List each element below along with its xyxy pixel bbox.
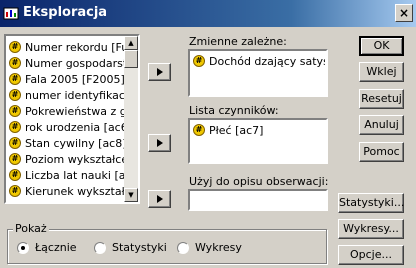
options-button[interactable]: Opcje... bbox=[338, 245, 404, 265]
move-to-label-cases-button[interactable] bbox=[148, 190, 171, 208]
close-icon: × bbox=[398, 6, 410, 20]
radio-both[interactable] bbox=[17, 242, 29, 254]
title-bar: Eksploracja × bbox=[0, 0, 416, 27]
radio-plots[interactable] bbox=[177, 242, 189, 254]
list-item[interactable]: # Fala 2005 [F2005] bbox=[9, 71, 124, 87]
radio-statistics-label[interactable]: Statystyki bbox=[112, 241, 167, 254]
scale-variable-icon: # bbox=[193, 55, 205, 67]
move-to-dependent-button[interactable] bbox=[148, 63, 171, 81]
scale-variable-icon: # bbox=[9, 57, 21, 69]
close-button[interactable]: × bbox=[395, 4, 413, 22]
help-button[interactable]: Pomoc bbox=[359, 142, 404, 162]
list-item[interactable]: # Numer rekordu [Ful bbox=[9, 39, 124, 55]
list-item[interactable]: # Liczba lat nauki [ac bbox=[9, 167, 124, 183]
cancel-button[interactable]: Anuluj bbox=[359, 115, 404, 135]
scale-variable-icon: # bbox=[9, 73, 21, 85]
dependent-list[interactable]: #Dochód dzający satysfa bbox=[188, 49, 328, 97]
list-item[interactable]: # Poziom wykształce bbox=[9, 151, 124, 167]
scale-variable-icon: # bbox=[9, 185, 21, 197]
scale-variable-icon: # bbox=[9, 41, 21, 53]
scale-variable-icon: # bbox=[9, 89, 21, 101]
list-item[interactable]: # Płeć [ac7] bbox=[193, 122, 325, 138]
radio-statistics[interactable] bbox=[94, 242, 106, 254]
list-item[interactable]: # numer identyfikacy bbox=[9, 87, 124, 103]
scale-variable-icon: # bbox=[9, 169, 21, 181]
factor-list-label: Lista czynników: bbox=[189, 104, 279, 117]
ok-button[interactable]: OK bbox=[359, 36, 404, 56]
list-item[interactable]: #Dochód dzający satysfa bbox=[193, 53, 325, 69]
scroll-down-button[interactable]: ▼ bbox=[124, 188, 138, 202]
scale-variable-icon: # bbox=[193, 124, 205, 136]
app-icon bbox=[3, 7, 19, 20]
display-group-label: Pokaż bbox=[13, 222, 49, 235]
list-item[interactable]: # Kierunek wykształc bbox=[9, 183, 124, 199]
right-arrow-icon bbox=[156, 139, 163, 147]
list-item[interactable]: # Stan cywilny [ac8] bbox=[9, 135, 124, 151]
scale-variable-icon: # bbox=[9, 121, 21, 133]
scale-variable-icon: # bbox=[9, 137, 21, 149]
vertical-scrollbar[interactable]: ▲ ▼ bbox=[124, 36, 138, 202]
label-cases-field[interactable] bbox=[188, 189, 328, 211]
scale-variable-icon: # bbox=[9, 105, 21, 117]
reset-button[interactable]: Resetuj bbox=[359, 89, 404, 109]
statistics-button[interactable]: Statystyki... bbox=[338, 193, 404, 213]
list-item[interactable]: #Numer gospodarstw bbox=[9, 55, 124, 71]
scale-variable-icon: # bbox=[9, 153, 21, 165]
scroll-thumb[interactable] bbox=[124, 50, 138, 68]
scroll-up-button[interactable]: ▲ bbox=[124, 36, 138, 50]
plots-button[interactable]: Wykresy... bbox=[338, 219, 404, 239]
source-variable-list[interactable]: #Numer rekordu [Ful #Numer gospodarstw #… bbox=[4, 34, 140, 204]
window-title: Eksploracja bbox=[23, 5, 108, 20]
factor-list[interactable]: # Płeć [ac7] bbox=[188, 118, 328, 164]
dependent-list-label: Zmienne zależne: bbox=[189, 35, 287, 48]
radio-both-label[interactable]: Łącznie bbox=[35, 241, 77, 254]
right-arrow-icon bbox=[156, 195, 163, 203]
move-to-factor-button[interactable] bbox=[148, 134, 171, 152]
label-cases-label: Użyj do opisu obserwacji: bbox=[189, 175, 329, 188]
right-arrow-icon bbox=[156, 68, 163, 76]
list-item[interactable]: # rok urodzenia [ac6 bbox=[9, 119, 124, 135]
list-item[interactable]: # Pokrewieństwa z g bbox=[9, 103, 124, 119]
radio-plots-label[interactable]: Wykresy bbox=[195, 241, 242, 254]
paste-button[interactable]: Wklej bbox=[359, 62, 404, 82]
